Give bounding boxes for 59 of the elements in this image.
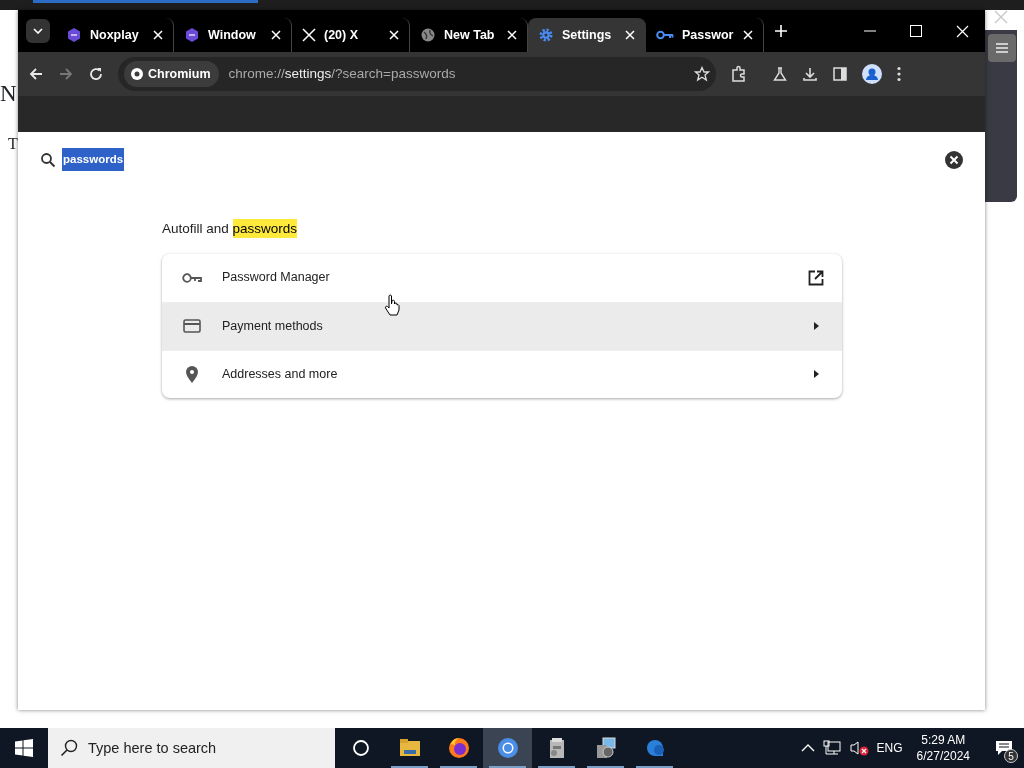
close-tab-icon[interactable]: [389, 30, 399, 40]
close-icon[interactable]: [992, 8, 1010, 26]
chromium-icon: [130, 67, 144, 81]
address-bar[interactable]: Chromium chrome://settings/?search=passwords: [118, 57, 716, 91]
chromium-icon[interactable]: [483, 728, 532, 768]
key-icon: [182, 271, 202, 284]
gear-icon: [538, 27, 554, 43]
settings-row[interactable]: Payment methods: [162, 301, 842, 350]
hexagon-icon: [184, 27, 200, 43]
language-indicator[interactable]: ENG: [876, 739, 903, 757]
menu-icon: [995, 42, 1009, 54]
star-icon[interactable]: [694, 66, 710, 82]
close-tab-icon[interactable]: [153, 30, 163, 40]
close-tab-icon[interactable]: [507, 30, 517, 40]
new-tab-icon[interactable]: [774, 24, 788, 38]
menu-button[interactable]: [988, 34, 1016, 62]
taskbar-search-field[interactable]: Type here to search: [48, 728, 335, 768]
key-icon: [656, 29, 674, 41]
external-link-icon: [808, 269, 824, 286]
arrow-right-icon: [814, 370, 819, 378]
muted-speaker-icon[interactable]: [848, 740, 869, 756]
hand-cursor-icon: [384, 294, 400, 316]
close-tab-icon[interactable]: [271, 30, 281, 40]
close-tab-icon[interactable]: [625, 30, 635, 40]
search-field[interactable]: passwords: [62, 148, 125, 172]
notification-button[interactable]: 5: [984, 728, 1024, 768]
clear-search-icon[interactable]: [945, 150, 963, 169]
close-tab-icon[interactable]: [743, 30, 753, 40]
x-logo-icon: [302, 28, 316, 42]
download-icon[interactable]: [802, 66, 818, 82]
puzzle-icon[interactable]: [730, 65, 748, 83]
tab-search-button[interactable]: [26, 19, 50, 43]
search-icon: [40, 151, 56, 168]
flask-icon[interactable]: [772, 66, 788, 82]
profile-avatar[interactable]: [862, 64, 882, 84]
chevron-up-icon[interactable]: [800, 743, 815, 753]
more-icon[interactable]: [896, 66, 902, 82]
clock[interactable]: 5:29 AM 6/27/2024: [910, 731, 976, 765]
reload-icon[interactable]: [88, 66, 104, 82]
globe-icon: [420, 27, 436, 43]
page-heading: N: [0, 82, 17, 105]
credit-card-icon: [183, 319, 201, 333]
settings-row[interactable]: Addresses and more: [162, 349, 842, 398]
site-chip[interactable]: Chromium: [124, 60, 219, 88]
windows-icon: [15, 739, 33, 757]
location-pin-icon: [186, 365, 198, 383]
network-icon[interactable]: [822, 740, 841, 756]
section-title: Autofill and passwords: [162, 219, 299, 240]
chevron-down-icon: [33, 28, 43, 34]
browser-tab[interactable]: Settings: [528, 18, 646, 52]
settings-row[interactable]: Password Manager: [162, 253, 842, 302]
forward-icon[interactable]: [58, 66, 74, 82]
hexagon-icon: [66, 27, 82, 43]
side-panel-icon[interactable]: [832, 66, 848, 82]
back-icon[interactable]: [28, 66, 44, 82]
page-text: T: [8, 136, 18, 152]
search-icon: [60, 739, 78, 757]
arrow-right-icon: [814, 322, 819, 330]
url-text[interactable]: chrome://settings/?search=passwords: [228, 63, 684, 85]
